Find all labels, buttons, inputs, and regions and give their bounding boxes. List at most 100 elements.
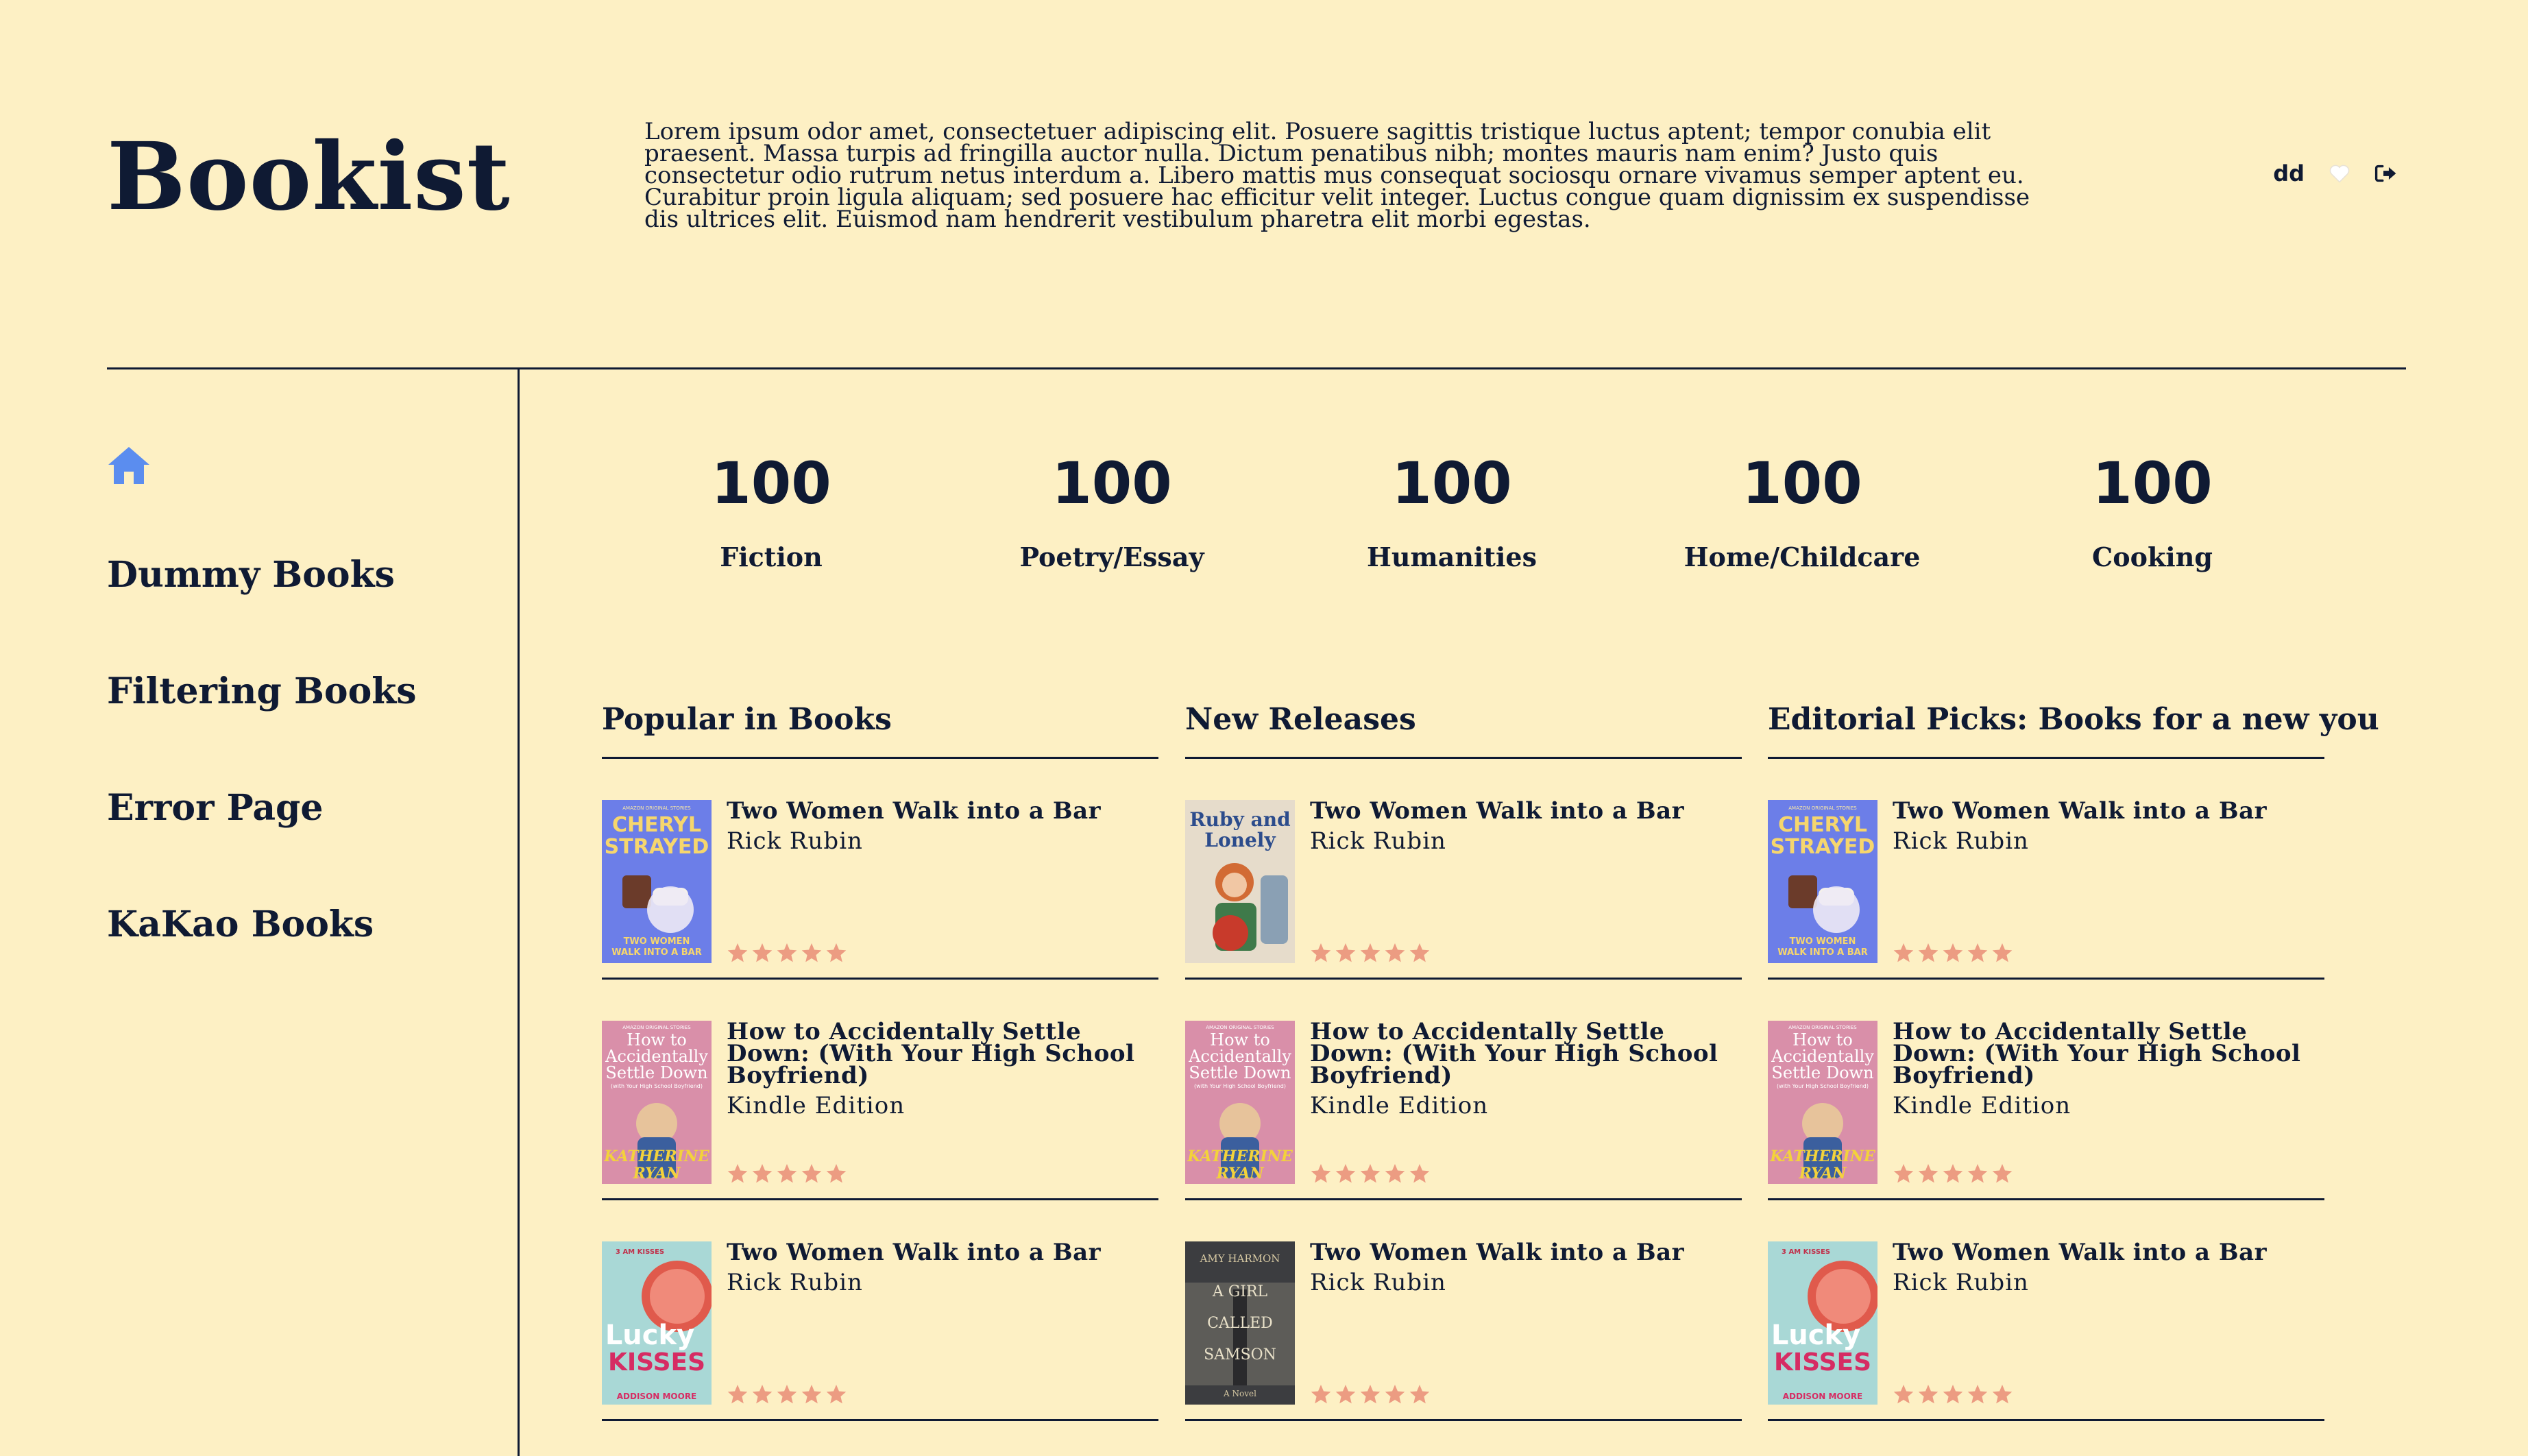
book-title[interactable]: How to Accidentally Settle Down: (With Y…	[727, 1020, 1158, 1087]
book-title[interactable]: How to Accidentally Settle Down: (With Y…	[1893, 1020, 2324, 1087]
sidebar-item-dummy-books[interactable]: Dummy Books	[107, 551, 491, 599]
star-icon	[1384, 942, 1406, 964]
star-icon	[1359, 1383, 1381, 1405]
star-icon	[1310, 1383, 1332, 1405]
stat-poetry-essay[interactable]: 100 Poetry/Essay	[947, 439, 1276, 581]
svg-text:CALLED: CALLED	[1207, 1315, 1273, 1332]
book-item[interactable]: AMAZON ORIGINAL STORIES How to Accidentall…	[1185, 980, 1742, 1200]
svg-text:STRAYED: STRAYED	[1771, 835, 1875, 859]
book-item[interactable]: AMY HARMON A GIRL CALLED SAMSON A Novel Two W…	[1185, 1200, 1742, 1421]
book-title[interactable]: Two Women Walk into a Bar	[1310, 1241, 1742, 1264]
rating-stars	[727, 942, 847, 964]
book-item[interactable]: AMAZON ORIGINAL STORIES CHERYL STRAYED TWO …	[602, 759, 1158, 980]
svg-text:(with Your High School Boyfrie: (with Your High School Boyfriend)	[1777, 1083, 1869, 1089]
home-icon[interactable]	[107, 446, 491, 488]
book-title[interactable]: How to Accidentally Settle Down: (With Y…	[1310, 1020, 1742, 1087]
star-icon	[776, 1163, 798, 1185]
book-item[interactable]: AMAZON ORIGINAL STORIES CHERYL STRAYED TWO …	[1768, 759, 2324, 980]
star-icon	[1359, 942, 1381, 964]
star-icon	[776, 942, 798, 964]
book-info: Two Women Walk into a Bar Rick Rubin	[727, 799, 1158, 964]
header-divider	[107, 367, 2406, 369]
svg-text:AMAZON ORIGINAL STORIES: AMAZON ORIGINAL STORIES	[622, 1025, 691, 1030]
stat-value: 100	[1742, 450, 1862, 517]
book-cover[interactable]: 3 AM KISSES Lucky KISSES ADDISON MOORE	[1768, 1241, 1877, 1405]
svg-text:KATHERINE: KATHERINE	[1769, 1148, 1876, 1165]
book-author: Rick Rubin	[1310, 1269, 1446, 1296]
svg-text:TWO WOMEN: TWO WOMEN	[1790, 936, 1856, 947]
category-stats: 100 Fiction 100 Poetry/Essay 100 Humanit…	[521, 439, 2475, 596]
svg-text:Lucky: Lucky	[1771, 1320, 1860, 1351]
rating-stars	[1893, 1383, 2013, 1405]
svg-text:KISSES: KISSES	[1774, 1348, 1871, 1376]
svg-text:RYAN: RYAN	[1215, 1165, 1264, 1182]
svg-text:RYAN: RYAN	[632, 1165, 681, 1182]
svg-text:KISSES: KISSES	[608, 1348, 705, 1376]
book-list: AMAZON ORIGINAL STORIES CHERYL STRAYED TWO …	[1768, 759, 2324, 1421]
book-cover[interactable]: Ruby and Lonely	[1185, 800, 1295, 963]
star-icon	[1384, 1383, 1406, 1405]
star-icon	[1359, 1163, 1381, 1185]
svg-text:ADDISON MOORE: ADDISON MOORE	[1783, 1392, 1863, 1401]
book-cover[interactable]: AMAZON ORIGINAL STORIES CHERYL STRAYED TWO …	[602, 800, 712, 963]
sidebar-item-filtering-books[interactable]: Filtering Books	[107, 668, 491, 716]
star-icon	[825, 1163, 847, 1185]
stat-humanities[interactable]: 100 Humanities	[1287, 439, 1616, 581]
star-icon	[1310, 942, 1332, 964]
heart-icon[interactable]	[2329, 164, 2350, 183]
book-title[interactable]: Two Women Walk into a Bar	[1310, 799, 1742, 823]
book-author: Kindle Edition	[1310, 1092, 1489, 1119]
star-icon	[1384, 1163, 1406, 1185]
book-cover[interactable]: AMAZON ORIGINAL STORIES How to Accidentall…	[602, 1021, 712, 1184]
book-item[interactable]: Ruby and Lonely Two Women Walk into a Bar R…	[1185, 759, 1742, 980]
book-cover[interactable]: AMY HARMON A GIRL CALLED SAMSON A Novel	[1185, 1241, 1295, 1405]
stat-home-childcare[interactable]: 100 Home/Childcare	[1638, 439, 1967, 581]
star-icon	[1942, 1163, 1964, 1185]
svg-text:AMAZON ORIGINAL STORIES: AMAZON ORIGINAL STORIES	[1788, 1025, 1857, 1030]
book-cover[interactable]: 3 AM KISSES Lucky KISSES ADDISON MOORE	[602, 1241, 712, 1405]
svg-text:Settle Down: Settle Down	[1189, 1063, 1291, 1082]
book-title[interactable]: Two Women Walk into a Bar	[1893, 1241, 2324, 1264]
star-icon	[727, 1383, 749, 1405]
book-item[interactable]: 3 AM KISSES Lucky KISSES ADDISON MOORE Two W…	[1768, 1200, 2324, 1421]
stat-label: Cooking	[2092, 542, 2213, 572]
book-title[interactable]: Two Women Walk into a Bar	[727, 1241, 1158, 1264]
svg-text:WALK INTO A BAR: WALK INTO A BAR	[611, 947, 701, 958]
book-author: Rick Rubin	[1310, 827, 1446, 855]
svg-text:TWO WOMEN: TWO WOMEN	[624, 936, 690, 947]
book-cover[interactable]: AMAZON ORIGINAL STORIES How to Accidentall…	[1185, 1021, 1295, 1184]
book-item[interactable]: 3 AM KISSES Lucky KISSES ADDISON MOORE Two W…	[602, 1200, 1158, 1421]
svg-text:Settle Down: Settle Down	[1771, 1063, 1873, 1082]
book-info: Two Women Walk into a Bar Rick Rubin	[1893, 1241, 2324, 1405]
svg-text:A Novel: A Novel	[1223, 1389, 1256, 1398]
star-icon	[825, 1383, 847, 1405]
column-title: Popular in Books	[602, 692, 1158, 759]
star-icon	[1335, 1163, 1357, 1185]
sidebar-item-kakao-books[interactable]: KaKao Books	[107, 901, 491, 949]
svg-text:WALK INTO A BAR: WALK INTO A BAR	[1777, 947, 1867, 958]
stat-label: Home/Childcare	[1684, 542, 1921, 572]
stat-fiction[interactable]: 100 Fiction	[607, 439, 936, 581]
svg-text:Ruby and: Ruby and	[1189, 808, 1290, 831]
book-author: Rick Rubin	[727, 827, 863, 855]
star-icon	[1893, 942, 1915, 964]
book-item[interactable]: AMAZON ORIGINAL STORIES How to Accidentall…	[1768, 980, 2324, 1200]
book-cover[interactable]: AMAZON ORIGINAL STORIES CHERYL STRAYED TWO …	[1768, 800, 1877, 963]
stat-cooking[interactable]: 100 Cooking	[1988, 439, 2317, 581]
star-icon	[1967, 1163, 1989, 1185]
star-icon	[1409, 1163, 1431, 1185]
sidebar-item-error-page[interactable]: Error Page	[107, 784, 491, 832]
intro-text: Lorem ipsum odor amet, consectetuer adip…	[644, 118, 2030, 233]
svg-text:AMAZON ORIGINAL STORIES: AMAZON ORIGINAL STORIES	[622, 805, 691, 811]
book-title[interactable]: Two Women Walk into a Bar	[1893, 799, 2324, 823]
star-icon	[1917, 1383, 1939, 1405]
brand-logo[interactable]: Bookist	[107, 129, 511, 225]
book-cover[interactable]: AMAZON ORIGINAL STORIES How to Accidentall…	[1768, 1021, 1877, 1184]
svg-text:Lucky: Lucky	[605, 1320, 694, 1351]
svg-text:A GIRL: A GIRL	[1212, 1283, 1268, 1300]
logout-icon[interactable]	[2374, 163, 2398, 184]
book-item[interactable]: AMAZON ORIGINAL STORIES How to Accidentall…	[602, 980, 1158, 1200]
book-title[interactable]: Two Women Walk into a Bar	[727, 799, 1158, 823]
column-editorial-picks: Editorial Picks: Books for a new you AMA…	[1768, 692, 2379, 1421]
star-icon	[801, 1163, 823, 1185]
